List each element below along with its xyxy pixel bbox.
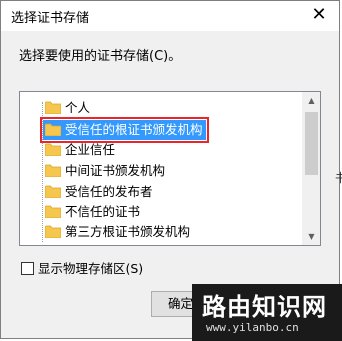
tree-item-label: 企业信任 bbox=[65, 142, 116, 157]
close-button[interactable]: ✕ bbox=[307, 4, 331, 26]
scroll-thumb[interactable] bbox=[305, 112, 318, 175]
tree-scrollbar[interactable]: ▲ ▼ bbox=[302, 92, 320, 245]
tree-item-intermediate-ca[interactable]: 中间证书颁发机构 bbox=[45, 161, 165, 181]
show-physical-stores-checkbox[interactable] bbox=[21, 262, 34, 275]
scroll-down-arrow-icon[interactable]: ▼ bbox=[303, 228, 320, 245]
folder-icon bbox=[45, 164, 61, 177]
tree-item-label: 个人 bbox=[65, 100, 91, 115]
tree-item-trusted-root-ca[interactable]: 受信任的根证书颁发机构 bbox=[40, 117, 209, 143]
tree-item-personal[interactable]: 个人 bbox=[45, 98, 90, 118]
tree-item-trusted-publishers[interactable]: 受信任的发布者 bbox=[45, 182, 153, 202]
folder-icon bbox=[45, 101, 61, 114]
folder-icon bbox=[45, 143, 61, 156]
tree-item-third-party-root-ca[interactable]: 第三方根证书颁发机构 bbox=[45, 222, 190, 242]
background-window-text: 书 bbox=[335, 171, 342, 185]
dialog-title: 选择证书存储 bbox=[11, 11, 90, 26]
folder-icon bbox=[45, 185, 61, 198]
folder-icon bbox=[45, 225, 61, 238]
tree-item-enterprise-trust[interactable]: 企业信任 bbox=[45, 140, 115, 160]
dialog-prompt: 选择要使用的证书存储(C)。 bbox=[19, 49, 182, 64]
tree-item-label: 第三方根证书颁发机构 bbox=[65, 224, 191, 239]
tree-item-label: 中间证书颁发机构 bbox=[65, 163, 166, 178]
tree-item-label: 受信任的发布者 bbox=[65, 184, 153, 199]
show-physical-stores-option[interactable]: 显示物理存储区(S) bbox=[21, 262, 143, 276]
folder-icon bbox=[45, 123, 61, 136]
watermark-url: www.yilanbo.cn bbox=[206, 321, 299, 334]
title-bar: 选择证书存储 ✕ bbox=[1, 1, 339, 31]
folder-icon bbox=[45, 205, 61, 218]
tree-item-label: 受信任的根证书颁发机构 bbox=[65, 122, 203, 137]
tree-item-untrusted-certificates[interactable]: 不信任的证书 bbox=[45, 202, 140, 222]
watermark-logo: 路由知识网 www.yilanbo.cn bbox=[192, 284, 342, 341]
watermark-title: 路由知识网 bbox=[202, 293, 327, 321]
scroll-up-arrow-icon[interactable]: ▲ bbox=[303, 92, 320, 109]
store-tree-view[interactable]: 个人 受信任的根证书颁发机构 企业信任 中间证书颁发机构 受信任的发布者 不信任… bbox=[19, 91, 321, 246]
tree-item-label: 不信任的证书 bbox=[65, 204, 141, 219]
show-physical-stores-label: 显示物理存储区(S) bbox=[38, 261, 144, 276]
